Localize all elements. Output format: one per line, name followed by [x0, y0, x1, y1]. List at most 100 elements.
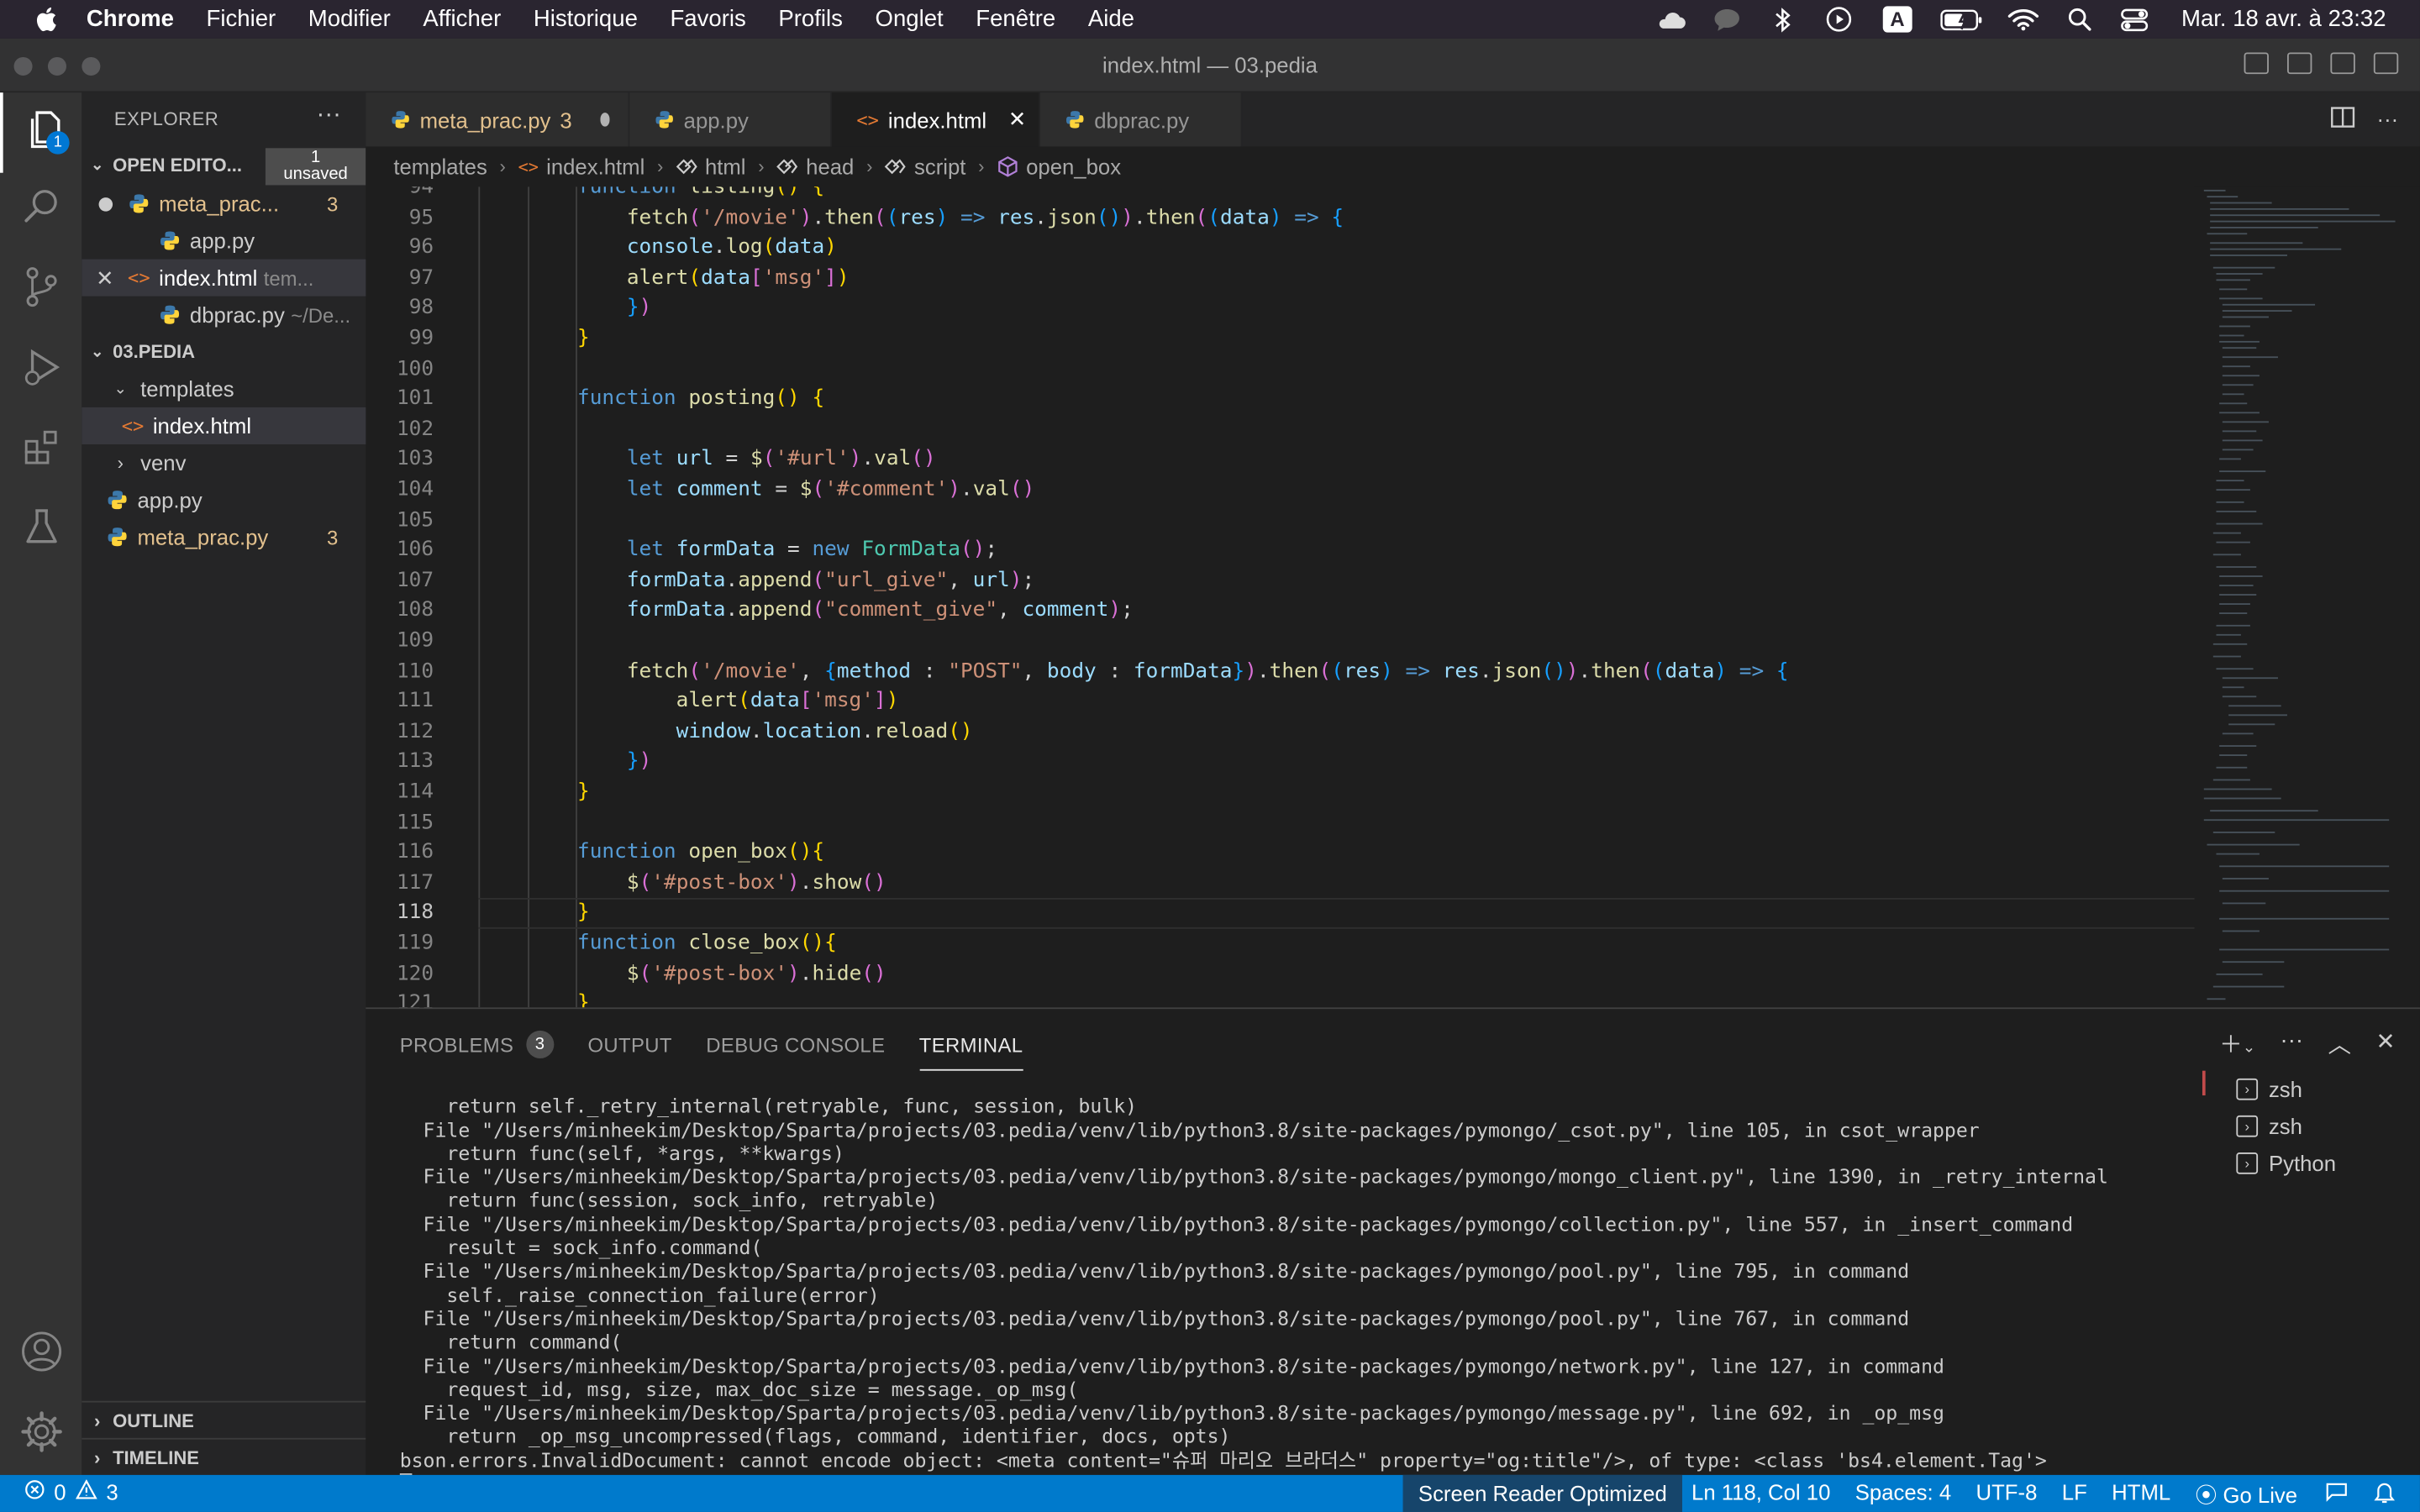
- activity-accounts[interactable]: [0, 1315, 82, 1395]
- code-editor[interactable]: 94 function listing() { 95 fetch('/movie…: [366, 186, 2195, 1008]
- battery-icon[interactable]: [1940, 7, 1983, 31]
- code-line: 101 function posting() {: [396, 387, 825, 411]
- activity-search[interactable]: [0, 170, 82, 250]
- code-line: 102: [396, 417, 434, 441]
- toggle-panel-icon[interactable]: [2286, 52, 2312, 75]
- wifi-icon[interactable]: [2008, 7, 2039, 31]
- chevron-right-icon: ›: [94, 1409, 101, 1431]
- close-panel-icon[interactable]: ✕: [2375, 1027, 2395, 1060]
- toggle-secondary-sidebar-icon[interactable]: [2330, 52, 2355, 75]
- problems-status[interactable]: 0 3: [24, 1478, 118, 1504]
- activity-run-debug[interactable]: [0, 330, 82, 411]
- code-line: 104 let comment = $('#comment').val(): [396, 478, 1035, 501]
- screen-reader-status[interactable]: Screen Reader Optimized: [1402, 1474, 1683, 1512]
- open-editor-index[interactable]: ✕ <> index.html tem...: [82, 259, 366, 297]
- feedback-icon[interactable]: [2324, 1481, 2349, 1509]
- chevron-right-icon: ›: [117, 452, 124, 474]
- tab-app[interactable]: app.py: [629, 92, 832, 147]
- file-index-html[interactable]: <> index.html: [82, 407, 366, 444]
- breadcrumb-templates[interactable]: templates ›: [393, 155, 518, 179]
- clock[interactable]: Mar. 18 avr. à 23:32: [2181, 6, 2386, 32]
- tab-index-html[interactable]: <> index.html ✕: [831, 92, 1040, 147]
- tab-dbprac[interactable]: dbprac.py: [1039, 92, 1243, 147]
- menu-afficher[interactable]: Afficher: [423, 6, 501, 32]
- play-icon[interactable]: [1823, 7, 1854, 32]
- tab-meta-prac[interactable]: meta_prac.py 3: [366, 92, 630, 147]
- menu-aide[interactable]: Aide: [1088, 6, 1134, 32]
- tab-output[interactable]: OUTPUT: [587, 1027, 671, 1061]
- menu-fenetre[interactable]: Fenêtre: [976, 6, 1055, 32]
- new-terminal-icon[interactable]: ＋⌄: [2219, 1027, 2255, 1060]
- terminal-item-python[interactable]: › Python: [2236, 1145, 2406, 1182]
- unsaved-dot-icon[interactable]: [599, 113, 610, 127]
- menu-onglet[interactable]: Onglet: [876, 6, 944, 32]
- terminal-item-zsh[interactable]: › zsh: [2236, 1108, 2406, 1145]
- maximize-panel-icon[interactable]: ︿: [2328, 1027, 2351, 1060]
- go-live-button[interactable]: ⦿ Go Live: [2196, 1479, 2297, 1510]
- activity-explorer[interactable]: 1: [0, 92, 82, 173]
- close-icon[interactable]: ✕: [1008, 107, 1027, 133]
- timeline-label: TIMELINE: [113, 1446, 199, 1468]
- open-editor-dbprac[interactable]: dbprac.py ~/De...: [82, 297, 366, 333]
- toggle-primary-sidebar-icon[interactable]: [2244, 52, 2269, 75]
- language-mode[interactable]: HTML: [2112, 1479, 2170, 1510]
- menu-fichier[interactable]: Fichier: [207, 6, 276, 32]
- terminal-line: File "/Users/minheekim/Desktop/Sparta/pr…: [399, 1117, 1980, 1142]
- code-line: 94 function listing() {: [408, 186, 825, 199]
- open-editor-meta-prac[interactable]: meta_prac... 3: [82, 185, 366, 222]
- tab-problems[interactable]: PROBLEMS 3: [400, 1027, 555, 1061]
- breadcrumb-script[interactable]: script ›: [885, 155, 997, 179]
- outline-section[interactable]: › OUTLINE: [82, 1400, 366, 1438]
- indentation-status[interactable]: Spaces: 4: [1855, 1479, 1951, 1510]
- cursor-position[interactable]: Ln 118, Col 10: [1691, 1479, 1830, 1510]
- open-editor-app[interactable]: app.py: [82, 222, 366, 259]
- split-editor-icon[interactable]: [2330, 107, 2355, 133]
- menu-profils[interactable]: Profils: [778, 6, 843, 32]
- tab-terminal[interactable]: TERMINAL: [918, 1027, 1024, 1071]
- menu-modifier[interactable]: Modifier: [308, 6, 391, 32]
- control-center-icon[interactable]: [2120, 7, 2151, 31]
- more-actions-icon[interactable]: ···: [2377, 107, 2399, 133]
- python-icon: [159, 230, 181, 252]
- folder-venv[interactable]: › venv: [82, 444, 366, 481]
- folder-templates[interactable]: ⌄ templates: [82, 370, 366, 407]
- explorer-sidebar: EXPLORER ··· ⌄ OPEN EDITO... 1 unsaved m…: [82, 92, 366, 1475]
- breadcrumb-html[interactable]: html ›: [676, 155, 776, 179]
- close-icon[interactable]: ✕: [82, 265, 128, 291]
- cloud-icon[interactable]: [1657, 7, 1688, 31]
- broadcast-icon: ⦿: [2195, 1483, 2223, 1508]
- menu-historique[interactable]: Historique: [534, 6, 638, 32]
- encoding-status[interactable]: UTF-8: [1976, 1479, 2038, 1510]
- apple-icon[interactable]: [28, 5, 61, 33]
- bell-icon[interactable]: [2374, 1481, 2396, 1509]
- menu-favoris[interactable]: Favoris: [670, 6, 745, 32]
- breadcrumb-head[interactable]: head ›: [776, 155, 885, 179]
- timeline-section[interactable]: › TIMELINE: [82, 1437, 366, 1475]
- menu-app-chrome[interactable]: Chrome: [87, 6, 174, 32]
- chat-icon[interactable]: [1712, 7, 1744, 31]
- tab-debug-console[interactable]: DEBUG CONSOLE: [706, 1027, 885, 1061]
- bluetooth-icon[interactable]: [1768, 7, 1799, 32]
- activity-manage[interactable]: [0, 1394, 82, 1475]
- terminal-item-zsh[interactable]: › zsh: [2236, 1071, 2406, 1108]
- file-app-py[interactable]: app.py: [82, 481, 366, 518]
- customize-layout-icon[interactable]: [2373, 52, 2399, 75]
- search-icon[interactable]: [2064, 7, 2095, 31]
- breadcrumb-index-html[interactable]: <> index.html ›: [518, 155, 676, 179]
- eol-status[interactable]: LF: [2062, 1479, 2087, 1510]
- html-icon: <>: [128, 266, 150, 289]
- terminal-output[interactable]: return self._retry_internal(retryable, f…: [399, 1071, 2206, 1475]
- more-actions-icon[interactable]: ···: [317, 102, 341, 129]
- chevron-down-icon: ⌄: [90, 343, 104, 360]
- status-bar: 0 3 Screen Reader Optimized Ln 118, Col …: [0, 1474, 2420, 1512]
- file-meta-prac-py[interactable]: meta_prac.py 3: [82, 518, 366, 555]
- activity-extensions[interactable]: [0, 411, 82, 491]
- project-header[interactable]: ⌄ 03.PEDIA: [82, 335, 366, 369]
- macos-menu-bar: Chrome Fichier Modifier Afficher Histori…: [0, 0, 2420, 39]
- activity-testing[interactable]: [0, 491, 82, 571]
- breadcrumb-open-box[interactable]: open_box: [997, 155, 1121, 179]
- input-source-icon[interactable]: A: [1879, 6, 1916, 33]
- minimap[interactable]: [2194, 186, 2420, 1008]
- more-actions-icon[interactable]: ···: [2281, 1027, 2304, 1060]
- activity-source-control[interactable]: [0, 250, 82, 331]
